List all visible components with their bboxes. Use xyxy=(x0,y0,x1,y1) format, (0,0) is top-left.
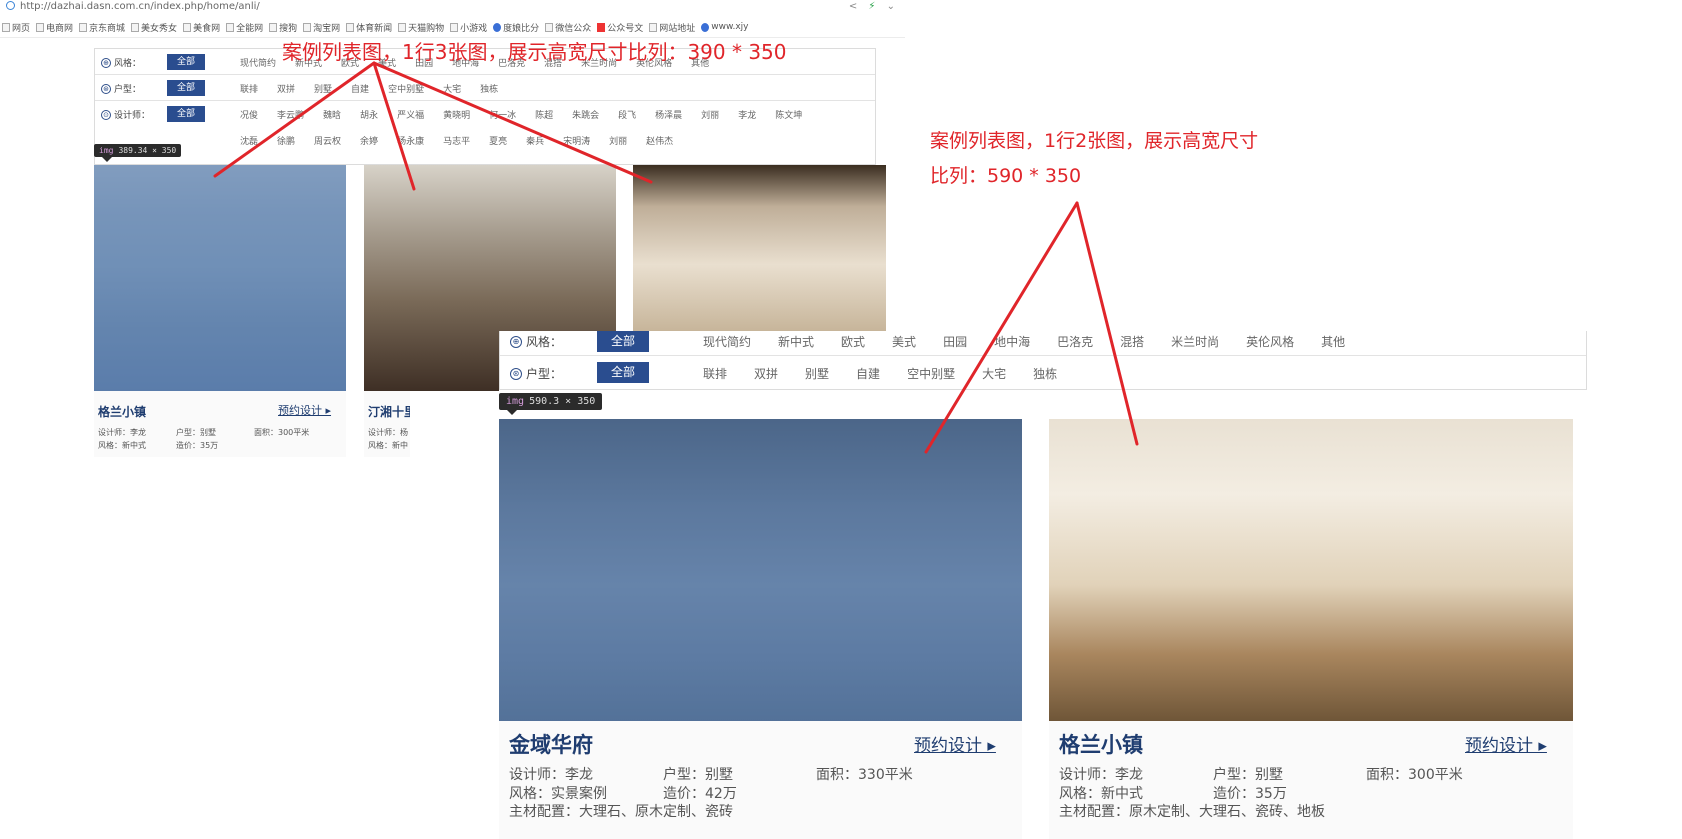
annotation-top: 案例列表图，1行3张图，展示高宽尺寸比列：390 * 350 xyxy=(282,40,787,64)
arrow-line xyxy=(372,61,416,191)
arrow-line xyxy=(924,201,1079,454)
annotation-arrows xyxy=(213,61,1139,454)
annotation-right-line2: 比列：590 * 350 xyxy=(930,165,1082,187)
annotation-right-line1: 案例列表图，1行2张图，展示高宽尺寸 xyxy=(930,130,1259,152)
arrow-line xyxy=(1075,201,1139,446)
arrow-line xyxy=(213,61,376,178)
arrow-line xyxy=(372,61,653,184)
